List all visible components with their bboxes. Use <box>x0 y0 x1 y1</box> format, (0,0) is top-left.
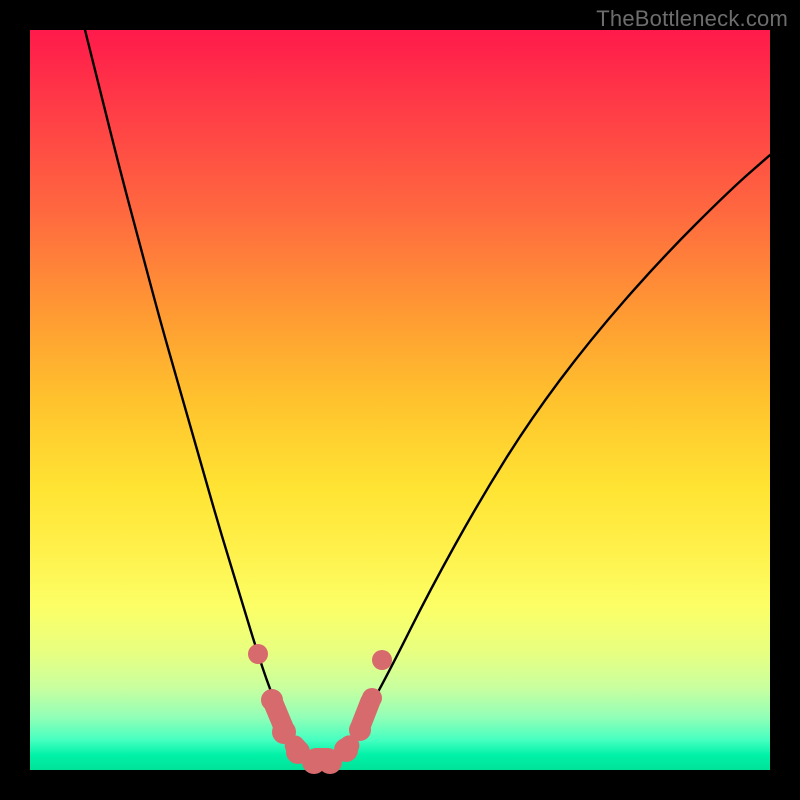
chart-marker <box>372 650 392 670</box>
bottleneck-curve <box>30 30 770 770</box>
watermark-text: TheBottleneck.com <box>596 6 788 32</box>
chart-marker <box>248 644 268 664</box>
outer-frame: TheBottleneck.com <box>0 0 800 800</box>
valley-stroke <box>306 748 338 768</box>
plot-area <box>30 30 770 770</box>
